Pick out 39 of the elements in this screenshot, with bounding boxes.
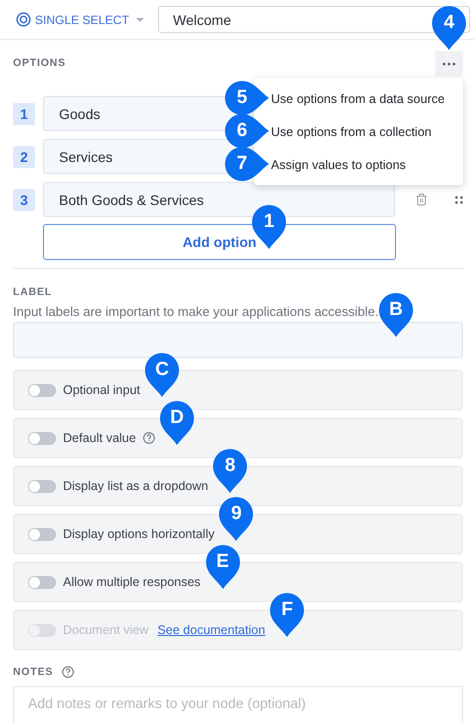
toggle-label: Display options horizontally: [63, 527, 214, 541]
callout-marker: 9: [218, 496, 254, 542]
toggle-switch[interactable]: [28, 576, 56, 588]
toggle-label: Document view: [63, 623, 148, 637]
notes-field[interactable]: Add notes or remarks to your node (optional): [13, 686, 463, 723]
callout-marker: D: [158, 400, 195, 446]
field-type-dropdown[interactable]: SINGLE SELECT: [16, 12, 144, 27]
callout-marker: 6: [224, 113, 270, 149]
option-number: 2: [13, 146, 35, 168]
caret-icon: [136, 18, 144, 22]
toggle-label: Optional input: [63, 383, 140, 397]
callout-marker: C: [144, 352, 180, 398]
toggle-switch[interactable]: [28, 528, 56, 540]
help-icon[interactable]: [142, 432, 155, 444]
target-icon: [16, 12, 31, 27]
ellipsis-icon: [442, 62, 456, 66]
help-icon[interactable]: [62, 666, 74, 678]
option-number: 1: [13, 102, 35, 124]
callout-marker: 5: [224, 80, 270, 116]
section-heading: NOTES: [13, 666, 54, 678]
callout-marker: 4: [431, 5, 467, 51]
toggle-label: Allow multiple responses: [63, 575, 201, 589]
help-text: Input labels are important to make your applications accessible.: [13, 304, 379, 319]
trash-icon[interactable]: [415, 193, 428, 206]
toggle-label: Default value: [63, 431, 136, 445]
callout-marker: 8: [212, 448, 248, 494]
toggle-switch[interactable]: [28, 384, 56, 396]
label-field[interactable]: [13, 322, 463, 358]
toggle-switch[interactable]: [28, 480, 56, 492]
callout-marker: E: [204, 544, 241, 590]
more-options-button[interactable]: [435, 51, 463, 76]
callout-marker: F: [269, 592, 306, 638]
toggle-label: Display list as a dropdown: [63, 479, 208, 493]
section-heading: OPTIONS: [13, 56, 66, 68]
section-heading: LABEL: [13, 286, 52, 298]
callout-marker: 7: [224, 146, 270, 182]
option-number: 3: [13, 188, 35, 210]
drag-handle-icon[interactable]: [455, 196, 463, 204]
toggle-switch[interactable]: [28, 432, 56, 444]
